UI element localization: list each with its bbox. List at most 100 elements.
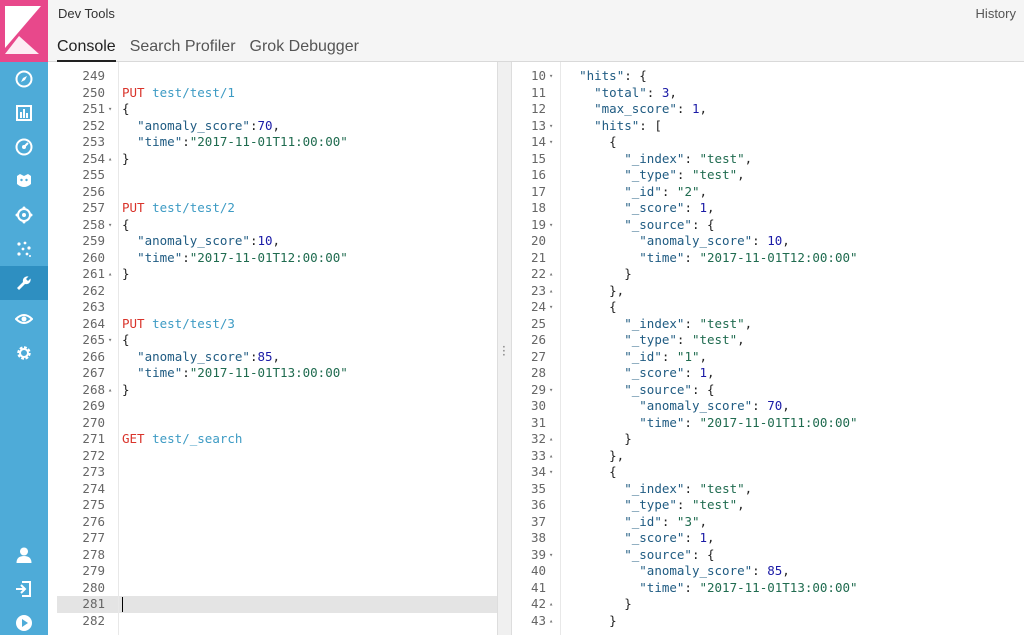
response-viewer[interactable]: 10 ▾ "hits": {11 "total": 3, 12 "max_score… <box>512 62 1024 635</box>
collapse-play-icon[interactable] <box>0 606 48 635</box>
code-line[interactable]: 280 <box>57 580 497 597</box>
code-line[interactable]: 279 <box>57 563 497 580</box>
code-line[interactable]: 264 PUT test/test/3 <box>57 316 497 333</box>
code-line[interactable]: 263 <box>57 299 497 316</box>
fold-collapse-icon[interactable]: ▾ <box>108 332 112 349</box>
graph-icon[interactable] <box>0 232 48 266</box>
drag-handle-icon[interactable]: · · · <box>502 341 506 361</box>
code-line[interactable]: 13 ▾ "hits": [ <box>512 118 1024 135</box>
code-line[interactable]: 34 ▾ { <box>512 464 1024 481</box>
fold-expand-icon[interactable]: ▴ <box>108 266 112 283</box>
dev-tools-wrench-icon[interactable] <box>0 266 48 300</box>
fold-collapse-icon[interactable]: ▾ <box>108 101 112 118</box>
code-line[interactable]: 11 "total": 3, <box>512 85 1024 102</box>
code-line[interactable]: 278 <box>57 547 497 564</box>
fold-expand-icon[interactable]: ▴ <box>549 613 553 630</box>
code-line[interactable]: 253 "time":"2017-11-01T11:00:00" <box>57 134 497 151</box>
management-gear-icon[interactable] <box>0 336 48 370</box>
code-line[interactable]: 266 "anomaly_score":85, <box>57 349 497 366</box>
code-line[interactable]: 22 ▴ } <box>512 266 1024 283</box>
code-line[interactable]: 15 "_index": "test", <box>512 151 1024 168</box>
code-line[interactable]: 39 ▾ "_source": { <box>512 547 1024 564</box>
code-line[interactable]: 33 ▴ }, <box>512 448 1024 465</box>
request-editor[interactable]: 249 250 PUT test/test/1 251 ▾{252 "anomaly_s… <box>57 62 497 635</box>
fold-expand-icon[interactable]: ▴ <box>549 266 553 283</box>
code-line[interactable]: 274 <box>57 481 497 498</box>
machine-learning-icon[interactable] <box>0 198 48 232</box>
code-line[interactable]: 267 "time":"2017-11-01T13:00:00" <box>57 365 497 382</box>
fold-expand-icon[interactable]: ▴ <box>549 283 553 300</box>
code-line[interactable]: 38 "_score": 1, <box>512 530 1024 547</box>
code-line[interactable]: 262 <box>57 283 497 300</box>
visualize-chart-icon[interactable] <box>0 96 48 130</box>
code-line[interactable]: 268 ▴} <box>57 382 497 399</box>
code-line[interactable]: 42 ▴ } <box>512 596 1024 613</box>
fold-collapse-icon[interactable]: ▾ <box>549 464 553 481</box>
code-line[interactable]: 43 ▴ } <box>512 613 1024 630</box>
logout-icon[interactable] <box>0 572 48 606</box>
code-line[interactable]: 265 ▾ { <box>57 332 497 349</box>
code-line[interactable]: 31 "time": "2017-11-01T11:00:00" <box>512 415 1024 432</box>
code-line[interactable]: 25 "_index": "test", <box>512 316 1024 333</box>
code-line[interactable]: 257 PUT test/test/2 <box>57 200 497 217</box>
code-line[interactable]: 271 GET test/_search <box>57 431 497 448</box>
code-line[interactable]: 252 "anomaly_score":70, <box>57 118 497 135</box>
code-line[interactable]: 249 <box>57 68 497 85</box>
code-line[interactable]: 24 ▾ { <box>512 299 1024 316</box>
fold-collapse-icon[interactable]: ▾ <box>549 299 553 316</box>
fold-collapse-icon[interactable]: ▾ <box>549 118 553 135</box>
code-line[interactable]: 258 ▾ { <box>57 217 497 234</box>
code-line[interactable]: 17 "_id": "2", <box>512 184 1024 201</box>
code-line[interactable]: 277 <box>57 530 497 547</box>
code-line[interactable]: 40 "anomaly_score": 85, <box>512 563 1024 580</box>
code-line[interactable]: 275 <box>57 497 497 514</box>
code-line[interactable]: 21 "time": "2017-11-01T12:00:00" <box>512 250 1024 267</box>
code-line[interactable]: 12 "max_score": 1, <box>512 101 1024 118</box>
monitoring-eye-icon[interactable] <box>0 302 48 336</box>
fold-collapse-icon[interactable]: ▾ <box>549 382 553 399</box>
code-line[interactable]: 19 ▾ "_source": { <box>512 217 1024 234</box>
tab-search-profiler[interactable]: Search Profiler <box>130 37 236 62</box>
tab-console[interactable]: Console <box>57 37 116 62</box>
code-line[interactable]: 282 <box>57 613 497 630</box>
code-line[interactable]: 251 ▾ { <box>57 101 497 118</box>
code-line[interactable]: 28 "_score": 1, <box>512 365 1024 382</box>
tab-grok-debugger[interactable]: Grok Debugger <box>250 37 359 62</box>
fold-collapse-icon[interactable]: ▾ <box>549 217 553 234</box>
user-icon[interactable] <box>0 538 48 572</box>
code-line[interactable]: 269 <box>57 398 497 415</box>
code-line[interactable]: 256 <box>57 184 497 201</box>
code-line[interactable]: 27 "_id": "1", <box>512 349 1024 366</box>
code-line[interactable]: 14 ▾ { <box>512 134 1024 151</box>
fold-collapse-icon[interactable]: ▾ <box>549 547 553 564</box>
code-line[interactable]: 37 "_id": "3", <box>512 514 1024 531</box>
code-line[interactable]: 35 "_index": "test", <box>512 481 1024 498</box>
code-line[interactable]: 260 "time":"2017-11-01T12:00:00" <box>57 250 497 267</box>
code-line[interactable]: 276 <box>57 514 497 531</box>
code-line[interactable]: 255 <box>57 167 497 184</box>
code-line[interactable]: 20 "anomaly_score": 10, <box>512 233 1024 250</box>
fold-expand-icon[interactable]: ▴ <box>549 431 553 448</box>
fold-expand-icon[interactable]: ▴ <box>108 382 112 399</box>
code-line[interactable]: 23 ▴ }, <box>512 283 1024 300</box>
kibana-logo[interactable] <box>0 0 48 62</box>
code-line[interactable]: 273 <box>57 464 497 481</box>
code-line[interactable]: 272 <box>57 448 497 465</box>
history-button[interactable]: History <box>976 6 1016 21</box>
code-line[interactable]: 29 ▾ "_source": { <box>512 382 1024 399</box>
code-line[interactable]: 259 "anomaly_score":10, <box>57 233 497 250</box>
code-line[interactable]: 270 <box>57 415 497 432</box>
timelion-icon[interactable] <box>0 164 48 198</box>
dashboard-icon[interactable] <box>0 130 48 164</box>
code-line[interactable]: 18 "_score": 1, <box>512 200 1024 217</box>
code-line[interactable]: 41 "time": "2017-11-01T13:00:00" <box>512 580 1024 597</box>
code-line[interactable]: 26 "_type": "test", <box>512 332 1024 349</box>
code-line[interactable]: 281 <box>57 596 497 613</box>
code-line[interactable]: 16 "_type": "test", <box>512 167 1024 184</box>
fold-collapse-icon[interactable]: ▾ <box>108 217 112 234</box>
pane-resizer[interactable]: · · · <box>497 62 512 635</box>
fold-collapse-icon[interactable]: ▾ <box>549 68 553 85</box>
discover-compass-icon[interactable] <box>0 62 48 96</box>
fold-expand-icon[interactable]: ▴ <box>549 448 553 465</box>
code-line[interactable]: 30 "anomaly_score": 70, <box>512 398 1024 415</box>
